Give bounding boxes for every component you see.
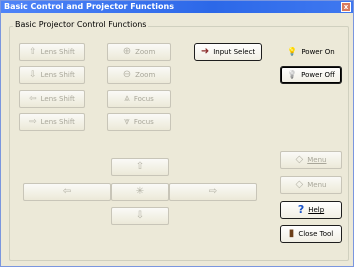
arrow-down-icon: ⇩: [135, 210, 145, 221]
lens-shift-down-button[interactable]: ⇩ Lens Shift: [19, 66, 85, 84]
power-off-button[interactable]: 💡 Power Off: [280, 66, 342, 84]
menu-down-button[interactable]: ◇ Menu: [280, 176, 342, 194]
lens-shift-up-label: Lens Shift: [40, 48, 75, 56]
help-label: Help: [308, 206, 325, 214]
power-on-button[interactable]: 💡 Power On: [280, 43, 342, 61]
arrow-left-icon: ⇦: [62, 186, 72, 197]
focus-far-icon: ⩔: [124, 116, 130, 127]
power-on-label: Power On: [301, 48, 335, 56]
main-window: Basic Control and Projector Functions x …: [0, 0, 354, 267]
input-select-icon: ➜: [200, 46, 210, 57]
menu-up-icon: ◇: [295, 154, 304, 165]
lens-shift-right-button[interactable]: ⇨ Lens Shift: [19, 113, 85, 131]
door-exit-icon: ▮: [288, 228, 295, 239]
input-select-label: Input Select: [213, 48, 256, 56]
nav-center-button[interactable]: ✳: [111, 183, 169, 201]
window-titlebar: Basic Control and Projector Functions x: [1, 1, 353, 13]
menu-up-label: Menu: [307, 156, 327, 164]
power-off-label: Power Off: [301, 71, 335, 79]
menu-up-button[interactable]: ◇ Menu: [280, 151, 342, 169]
zoom-in-button[interactable]: ⊕ Zoom: [107, 43, 171, 61]
focus-near-label: Focus: [133, 95, 154, 103]
zoom-in-icon: ⊕: [122, 46, 132, 57]
focus-far-button[interactable]: ⩔ Focus: [107, 113, 171, 131]
bulb-off-icon: 💡: [287, 70, 298, 79]
lens-shift-right-icon: ⇨: [29, 117, 37, 127]
lens-shift-left-icon: ⇦: [29, 94, 37, 104]
menu-down-icon: ◇: [295, 179, 304, 190]
lens-shift-down-label: Lens Shift: [40, 71, 75, 79]
bulb-on-icon: 💡: [287, 47, 298, 56]
window-close-button[interactable]: x: [341, 2, 351, 12]
arrow-right-icon: ⇨: [208, 186, 218, 197]
lens-shift-up-icon: ⇧: [29, 47, 37, 57]
nav-right-button[interactable]: ⇨: [169, 183, 257, 201]
input-select-button[interactable]: ➜ Input Select: [194, 43, 262, 61]
close-tool-label: Close Tool: [298, 230, 334, 238]
focus-near-icon: ⩓: [124, 93, 130, 104]
lens-shift-up-button[interactable]: ⇧ Lens Shift: [19, 43, 85, 61]
help-button[interactable]: ? Help: [280, 201, 342, 219]
window-title: Basic Control and Projector Functions: [4, 2, 174, 11]
close-tool-button[interactable]: ▮ Close Tool: [280, 225, 342, 243]
nav-left-button[interactable]: ⇦: [23, 183, 111, 201]
focus-far-label: Focus: [133, 118, 154, 126]
lens-shift-left-label: Lens Shift: [40, 95, 75, 103]
nav-down-button[interactable]: ⇩: [111, 207, 169, 225]
lens-shift-down-icon: ⇩: [29, 70, 37, 80]
zoom-out-button[interactable]: ⊖ Zoom: [107, 66, 171, 84]
nav-up-button[interactable]: ⇧: [111, 158, 169, 176]
menu-down-label: Menu: [307, 181, 327, 189]
help-icon: ?: [297, 203, 305, 216]
zoom-out-icon: ⊖: [122, 69, 132, 80]
group-label: Basic Projector Control Functions: [13, 20, 149, 30]
lens-shift-right-label: Lens Shift: [40, 118, 75, 126]
zoom-out-label: Zoom: [135, 71, 156, 79]
zoom-in-label: Zoom: [135, 48, 156, 56]
lens-shift-left-button[interactable]: ⇦ Lens Shift: [19, 90, 85, 108]
select-center-icon: ✳: [135, 186, 145, 197]
focus-near-button[interactable]: ⩓ Focus: [107, 90, 171, 108]
arrow-up-icon: ⇧: [135, 161, 145, 172]
